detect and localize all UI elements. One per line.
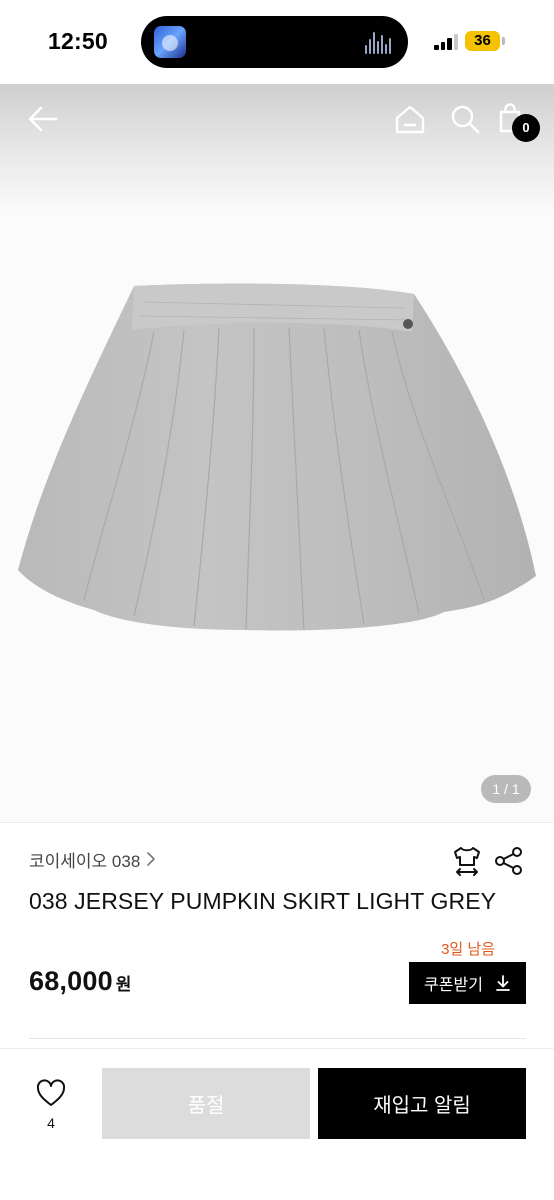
like-count: 4 bbox=[47, 1115, 55, 1131]
audio-wave-icon bbox=[365, 30, 393, 54]
coupon-button-label: 쿠폰받기 bbox=[424, 977, 483, 994]
brand-link[interactable]: 코이세이오 038 bbox=[29, 848, 156, 871]
chevron-right-icon bbox=[147, 852, 156, 866]
image-counter: 1 / 1 bbox=[481, 775, 531, 803]
price-currency: 원 bbox=[115, 975, 132, 994]
get-coupon-button[interactable]: 쿠폰받기 bbox=[409, 962, 526, 1004]
product-image-gallery[interactable]: 0 1 / 1 bbox=[0, 84, 554, 822]
download-icon bbox=[496, 975, 510, 991]
cellular-signal-icon bbox=[434, 34, 460, 50]
share-icon[interactable] bbox=[494, 846, 524, 876]
product-image bbox=[18, 283, 536, 631]
divider bbox=[0, 822, 554, 823]
product-title: 038 JERSEY PUMPKIN SKIRT LIGHT GREY bbox=[29, 888, 497, 914]
status-time: 12:50 bbox=[48, 28, 108, 54]
restock-alert-button[interactable]: 재입고 알림 bbox=[318, 1068, 526, 1139]
bottom-action-bar: 4 품절 재입고 알림 bbox=[0, 1048, 554, 1200]
product-price: 68,000 bbox=[29, 966, 113, 996]
cart-count-badge[interactable]: 0 bbox=[512, 114, 540, 142]
size-guide-icon[interactable] bbox=[451, 845, 483, 877]
now-playing-art-icon bbox=[154, 26, 186, 58]
brand-name: 코이세이오 038 bbox=[29, 851, 141, 871]
heart-icon bbox=[36, 1079, 66, 1106]
search-icon[interactable] bbox=[450, 104, 480, 134]
top-navigation: 0 bbox=[0, 84, 554, 154]
battery-cap bbox=[502, 37, 505, 45]
status-bar: 12:50 36 bbox=[0, 0, 554, 84]
battery-icon: 36 bbox=[465, 31, 500, 51]
price-row: 68,000 원 bbox=[29, 966, 131, 997]
back-arrow-icon[interactable] bbox=[26, 102, 60, 136]
coupon-days-left: 3일 남음 bbox=[441, 941, 495, 958]
soldout-button: 품절 bbox=[102, 1068, 310, 1139]
dynamic-island[interactable] bbox=[141, 16, 408, 68]
like-button[interactable]: 4 bbox=[26, 1079, 76, 1139]
home-icon[interactable] bbox=[394, 104, 426, 134]
product-detail-page: 12:50 36 0 1 / 1 코이세이오 038 038 JERSEY PU… bbox=[0, 0, 554, 1200]
divider bbox=[29, 1038, 526, 1039]
